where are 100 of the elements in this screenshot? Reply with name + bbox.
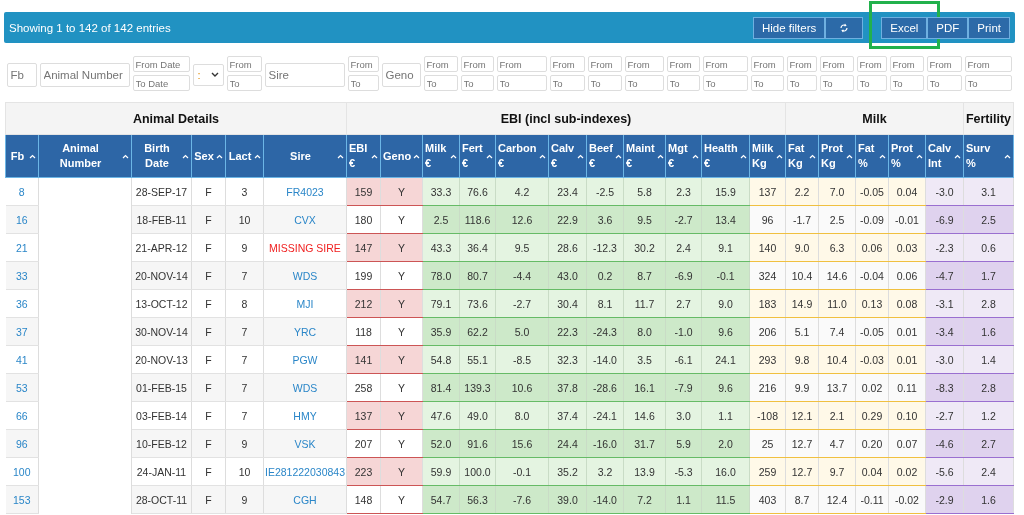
- column-header[interactable]: Prot %: [888, 134, 926, 178]
- from-field[interactable]: From: [549, 56, 585, 72]
- refresh-button[interactable]: [825, 16, 864, 39]
- column-header[interactable]: Milk €: [422, 134, 460, 178]
- fb-link[interactable]: 33: [15, 269, 28, 282]
- to-field[interactable]: To: [702, 75, 748, 91]
- from-field[interactable]: From: [666, 56, 700, 72]
- toolbar-button[interactable]: Print: [968, 16, 1010, 39]
- sire-link[interactable]: WDS: [292, 381, 318, 394]
- filter-field[interactable]: Geno: [381, 62, 421, 87]
- group-header: Milk: [785, 102, 964, 135]
- sire-link[interactable]: PGW: [292, 353, 318, 366]
- sire-link[interactable]: FR4023: [286, 185, 324, 198]
- column-header[interactable]: Sex: [191, 134, 226, 178]
- from-field[interactable]: From: [702, 56, 748, 72]
- to-field[interactable]: To: [624, 75, 664, 91]
- from-field[interactable]: From: [856, 56, 887, 72]
- column-header[interactable]: Milk Kg: [749, 134, 786, 178]
- from-field[interactable]: From: [819, 56, 854, 72]
- from-field[interactable]: From: [889, 56, 924, 72]
- fb-link[interactable]: 96: [15, 437, 28, 450]
- column-header[interactable]: Calv Int: [925, 134, 964, 178]
- column-header[interactable]: Carbon €: [495, 134, 549, 178]
- column-header[interactable]: Prot Kg: [818, 134, 856, 178]
- fb-link[interactable]: 41: [15, 353, 28, 366]
- fb-link[interactable]: 8: [18, 185, 25, 198]
- sort-caret-icon: [809, 153, 816, 159]
- column-header[interactable]: Fb: [5, 134, 39, 178]
- sort-caret-icon: [182, 153, 189, 159]
- dropdown[interactable]: :: [192, 63, 224, 86]
- to-field[interactable]: To: [460, 75, 494, 91]
- column-header[interactable]: Geno: [380, 134, 423, 178]
- column-header[interactable]: Health €: [701, 134, 750, 178]
- filter-field[interactable]: Fb: [6, 62, 37, 87]
- sire-link[interactable]: IE281222030843: [265, 465, 345, 478]
- sire-link[interactable]: CVX: [294, 213, 316, 226]
- toolbar-button[interactable]: PDF: [927, 16, 969, 39]
- from-field[interactable]: From: [964, 56, 1012, 72]
- sire-link[interactable]: VSK: [294, 437, 316, 450]
- to-field[interactable]: To: [666, 75, 700, 91]
- to-field[interactable]: To: [926, 75, 962, 91]
- to-field[interactable]: To: [347, 75, 379, 91]
- table-cell: 13-OCT-12: [131, 289, 192, 318]
- to-field[interactable]: To: [964, 75, 1012, 91]
- table-cell: 24-JAN-11: [131, 457, 192, 486]
- from-field[interactable]: From Date: [132, 56, 190, 72]
- fb-link[interactable]: 16: [15, 213, 28, 226]
- from-field[interactable]: From: [347, 56, 379, 72]
- sire-link[interactable]: WDS: [292, 269, 318, 282]
- sire-link[interactable]: YRC: [293, 325, 317, 338]
- from-field[interactable]: From: [926, 56, 962, 72]
- sort-caret-icon: [656, 153, 664, 159]
- to-field[interactable]: To: [496, 75, 547, 91]
- table-cell: 18-FEB-11: [131, 205, 192, 234]
- column-header[interactable]: Mgt €: [665, 134, 702, 178]
- column-header[interactable]: Maint €: [623, 134, 666, 178]
- from-field[interactable]: From: [587, 56, 622, 72]
- from-field[interactable]: From: [496, 56, 547, 72]
- column-header[interactable]: Birth Date: [131, 134, 192, 178]
- to-field[interactable]: To: [423, 75, 458, 91]
- fb-link[interactable]: 36: [15, 297, 28, 310]
- column-header[interactable]: Beef €: [586, 134, 624, 178]
- from-field[interactable]: From: [423, 56, 458, 72]
- toolbar-button[interactable]: Hide filters: [752, 16, 826, 39]
- fb-link[interactable]: 100: [13, 465, 31, 478]
- column-header[interactable]: Animal Number: [38, 134, 132, 178]
- to-field[interactable]: To: [819, 75, 854, 91]
- to-field[interactable]: To: [226, 75, 262, 91]
- filter-field[interactable]: Animal Number: [39, 62, 130, 87]
- to-field[interactable]: To: [587, 75, 622, 91]
- column-header[interactable]: Calv €: [548, 134, 587, 178]
- sire-link[interactable]: MJI: [296, 297, 314, 310]
- sire-link[interactable]: HMY: [293, 409, 317, 422]
- from-field[interactable]: From: [750, 56, 784, 72]
- table-cell: 01-FEB-15: [131, 373, 192, 402]
- from-field[interactable]: From: [460, 56, 494, 72]
- column-header[interactable]: Sire: [263, 134, 347, 178]
- column-header[interactable]: EBI €: [346, 134, 381, 178]
- column-header[interactable]: Fert €: [459, 134, 496, 178]
- from-field[interactable]: From: [624, 56, 664, 72]
- column-header[interactable]: Lact: [225, 134, 264, 178]
- filter-field[interactable]: Sire: [264, 62, 345, 87]
- to-field[interactable]: To: [889, 75, 924, 91]
- sort-caret-icon: [577, 153, 584, 159]
- fb-link[interactable]: 53: [15, 381, 28, 394]
- to-field[interactable]: To: [786, 75, 817, 91]
- to-field[interactable]: To: [750, 75, 784, 91]
- fb-link[interactable]: 21: [15, 241, 28, 254]
- fb-link[interactable]: 37: [15, 325, 28, 338]
- sire-link[interactable]: CGH: [293, 493, 317, 506]
- from-field[interactable]: From: [226, 56, 262, 72]
- to-field[interactable]: To: [549, 75, 585, 91]
- sort-caret-icon: [216, 153, 223, 159]
- to-field[interactable]: To Date: [132, 75, 190, 91]
- to-field[interactable]: To: [856, 75, 887, 91]
- sort-caret-icon: [254, 153, 261, 159]
- column-header[interactable]: Surv %: [963, 134, 1014, 178]
- toolbar-button[interactable]: Excel: [881, 16, 928, 39]
- fb-link[interactable]: 66: [15, 409, 28, 422]
- from-field[interactable]: From: [786, 56, 817, 72]
